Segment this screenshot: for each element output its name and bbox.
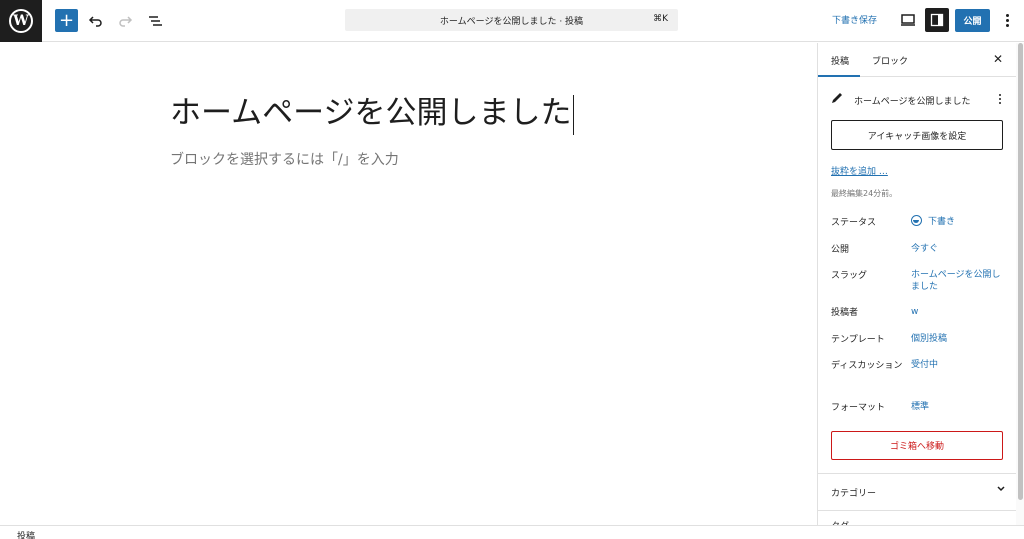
scrollbar-thumb[interactable] xyxy=(1018,43,1023,500)
editor-header: W + ホームページを公開しました · 投稿 ⌘K 下書き保存 公開 xyxy=(0,0,1024,42)
add-block-button[interactable]: + xyxy=(55,9,78,32)
set-featured-image-button[interactable]: アイキャッチ画像を設定 xyxy=(831,120,1003,150)
chevron-down-icon xyxy=(996,484,1006,497)
panel-divider xyxy=(818,510,1016,511)
post-title-field[interactable]: ホームページを公開しました xyxy=(170,87,575,135)
move-to-trash-button[interactable]: ゴミ箱へ移動 xyxy=(831,431,1003,460)
sidebar-tabs: 投稿 ブロック ✕ xyxy=(818,43,1016,77)
template-label: テンプレート xyxy=(831,335,885,345)
default-block-appender[interactable]: ブロックを選択するには「/」を入力 xyxy=(170,149,399,169)
sidebar-panel-icon xyxy=(930,13,944,27)
author-label: 投稿者 xyxy=(831,308,859,318)
undo-button[interactable] xyxy=(86,11,106,31)
more-options-button[interactable] xyxy=(1000,10,1014,30)
status-value[interactable]: 下書き xyxy=(911,215,1006,228)
template-value[interactable]: 個別投稿 xyxy=(911,333,1006,345)
format-label: フォーマット xyxy=(831,403,886,413)
close-sidebar-button[interactable]: ✕ xyxy=(993,52,1003,66)
text-caret xyxy=(573,94,575,135)
save-draft-button[interactable]: 下書き保存 xyxy=(832,13,877,26)
post-actions-button[interactable] xyxy=(999,92,1001,104)
categories-panel-toggle[interactable]: カテゴリー xyxy=(831,486,1006,499)
command-palette-bar[interactable]: ホームページを公開しました · 投稿 ⌘K xyxy=(345,9,678,31)
command-bar-title: ホームページを公開しました · 投稿 xyxy=(439,16,584,27)
slug-value[interactable]: ホームページを公開しました xyxy=(911,269,1006,293)
author-value[interactable]: w xyxy=(911,306,1006,318)
preview-button[interactable] xyxy=(898,10,918,30)
sidebar-scrollbar[interactable] xyxy=(1016,43,1024,525)
wordpress-icon: W xyxy=(9,9,33,33)
undo-icon xyxy=(88,16,102,27)
document-overview-button[interactable] xyxy=(145,11,165,31)
status-label: ステータス xyxy=(831,218,877,228)
publish-button[interactable]: 公開 xyxy=(955,9,990,32)
last-edited-text: 最終編集24分前。 xyxy=(831,189,898,198)
redo-button[interactable] xyxy=(115,11,135,31)
panel-divider xyxy=(818,473,1016,474)
settings-toggle-button[interactable] xyxy=(925,8,949,32)
post-title-text: ホームページを公開しました xyxy=(170,95,572,131)
breadcrumb-item-post[interactable]: 投稿 xyxy=(17,529,35,539)
post-card: ホームページを公開しました xyxy=(831,92,1006,108)
active-tab-indicator xyxy=(818,75,860,77)
pen-icon xyxy=(831,92,843,107)
desktop-preview-icon xyxy=(901,14,915,26)
slug-label: スラッグ xyxy=(831,271,868,281)
command-shortcut: ⌘K xyxy=(653,14,668,24)
editor-canvas[interactable]: ホームページを公開しました ブロックを選択するには「/」を入力 xyxy=(0,43,817,525)
wordpress-logo-button[interactable]: W xyxy=(0,0,42,42)
discussion-value[interactable]: 受付中 xyxy=(911,359,1006,371)
settings-sidebar: 投稿 ブロック ✕ ホームページを公開しました アイキャッチ画像を設定 抜粋を追… xyxy=(817,43,1016,525)
draft-status-icon xyxy=(911,215,922,226)
block-breadcrumb-bar: 投稿 xyxy=(0,525,1024,539)
publish-label: 公開 xyxy=(831,245,850,255)
format-value[interactable]: 標準 xyxy=(911,401,1006,413)
kebab-icon xyxy=(1005,13,1009,17)
discussion-label: ディスカッション xyxy=(831,361,903,371)
post-card-title: ホームページを公開しました xyxy=(854,97,971,107)
redo-icon xyxy=(119,16,133,27)
list-view-icon xyxy=(149,16,162,26)
categories-label: カテゴリー xyxy=(831,489,877,499)
tab-block[interactable]: ブロック xyxy=(872,54,908,67)
publish-date-value[interactable]: 今すぐ xyxy=(911,243,1006,255)
add-excerpt-link[interactable]: 抜粋を追加 … xyxy=(831,164,888,177)
tab-post[interactable]: 投稿 xyxy=(831,54,849,67)
